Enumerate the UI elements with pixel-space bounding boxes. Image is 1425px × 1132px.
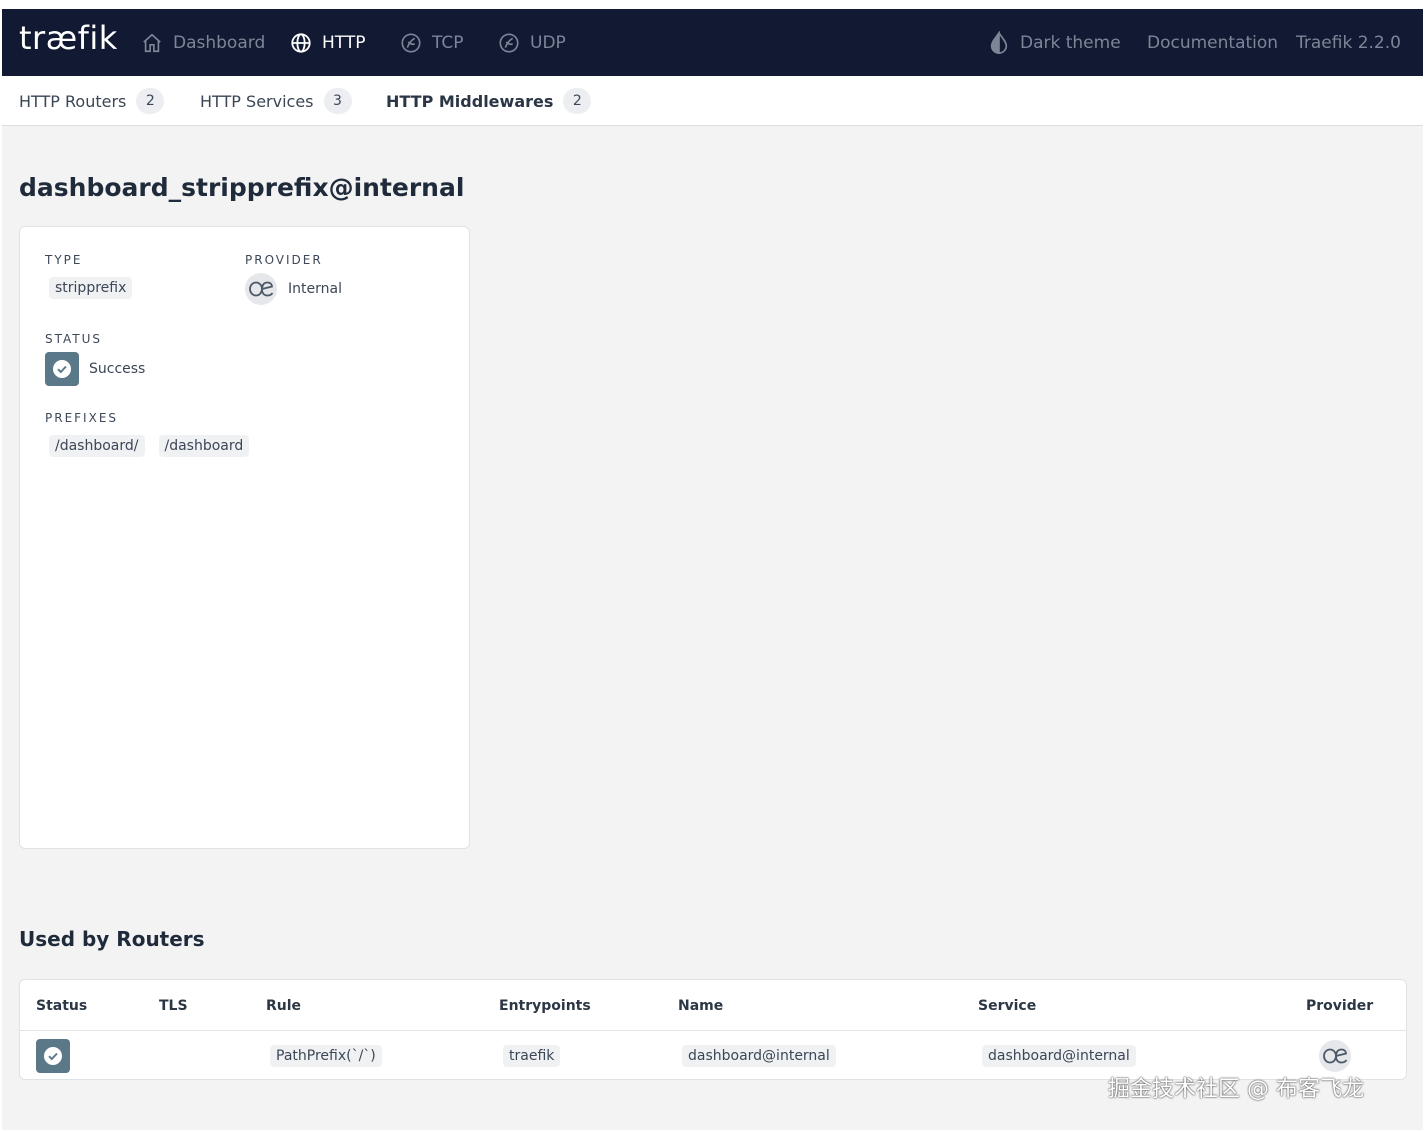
watermark: 掘金技术社区 @ 布客飞龙 — [1108, 1077, 1364, 1102]
home-icon — [143, 33, 161, 52]
globe-icon — [291, 32, 311, 53]
column-header-entrypoints[interactable]: Entrypoints — [499, 980, 591, 1031]
routers-count-badge: 2 — [136, 88, 165, 114]
nav-udp[interactable]: UDP — [498, 9, 566, 76]
prefixes-label: PREFIXES — [45, 411, 119, 425]
row-entrypoints-cell: traefik — [503, 1031, 561, 1079]
status-value: Success — [89, 361, 146, 377]
tab-http-routers[interactable]: HTTP Routers 2 — [19, 76, 165, 126]
sub-navigation: HTTP Routers 2 HTTP Services 3 HTTP Midd… — [2, 76, 1423, 126]
nav-udp-label: UDP — [530, 32, 566, 53]
tab-http-middlewares-label: HTTP Middlewares — [386, 91, 554, 111]
row-rule-cell: PathPrefix(`/`) — [270, 1031, 382, 1079]
entrypoint-chip: traefik — [503, 1045, 561, 1067]
page-title: dashboard_stripprefix@internal — [19, 173, 465, 202]
tab-http-services-label: HTTP Services — [200, 91, 314, 111]
provider-name: Internal — [288, 281, 342, 297]
used-by-routers-title: Used by Routers — [19, 927, 205, 951]
status-label: STATUS — [45, 332, 103, 346]
type-label: TYPE — [45, 253, 83, 267]
udp-icon — [499, 32, 519, 53]
nav-dashboard-label: Dashboard — [173, 32, 266, 53]
nav-dashboard[interactable]: Dashboard — [141, 9, 265, 76]
tcp-icon — [401, 32, 421, 53]
rule-chip: PathPrefix(`/`) — [270, 1045, 382, 1067]
column-header-status[interactable]: Status — [36, 980, 87, 1031]
column-header-tls[interactable]: TLS — [159, 980, 188, 1031]
service-chip: dashboard@internal — [982, 1045, 1136, 1067]
services-count-badge: 3 — [323, 88, 352, 114]
prefix-chip: /dashboard/ — [49, 435, 145, 457]
nav-tcp-label: TCP — [432, 32, 464, 53]
nav-http[interactable]: HTTP — [290, 9, 366, 76]
row-status-cell — [36, 1031, 70, 1079]
tab-http-middlewares[interactable]: HTTP Middlewares 2 — [386, 76, 592, 126]
traefik-logo[interactable]: træfik — [19, 19, 118, 57]
column-header-service[interactable]: Service — [978, 980, 1036, 1031]
column-header-provider[interactable]: Provider — [1306, 980, 1373, 1031]
type-chip: stripprefix — [49, 277, 133, 299]
status-success-icon — [36, 1039, 70, 1073]
status-success-icon — [45, 352, 79, 386]
dark-theme-toggle[interactable]: Dark theme — [988, 9, 1121, 76]
provider-label: PROVIDER — [245, 253, 323, 267]
internal-provider-icon — [245, 273, 277, 305]
prefix-chip: /dashboard — [158, 435, 250, 457]
routers-table: Status TLS Rule Entrypoints Name Service… — [19, 979, 1407, 1080]
nav-tcp[interactable]: TCP — [400, 9, 464, 76]
row-name-cell: dashboard@internal — [682, 1031, 836, 1079]
column-header-name[interactable]: Name — [678, 980, 723, 1031]
nav-http-label: HTTP — [322, 32, 366, 53]
dark-theme-label: Dark theme — [1020, 32, 1121, 53]
tab-http-routers-label: HTTP Routers — [19, 91, 127, 111]
internal-provider-icon — [1319, 1040, 1351, 1072]
documentation-link[interactable]: Documentation — [1147, 9, 1278, 76]
version-label: Traefik 2.2.0 — [1296, 32, 1401, 53]
column-header-rule[interactable]: Rule — [266, 980, 301, 1031]
tab-http-services[interactable]: HTTP Services 3 — [200, 76, 352, 126]
app-frame: træfik Dashboard HTTP TCP UDP Dark theme… — [2, 9, 1423, 1130]
drop-icon — [990, 30, 1008, 54]
router-name-chip: dashboard@internal — [682, 1045, 836, 1067]
middleware-details-card: TYPE stripprefix PROVIDER Internal STATU… — [19, 226, 470, 849]
middlewares-count-badge: 2 — [563, 88, 592, 114]
top-navigation: træfik Dashboard HTTP TCP UDP Dark theme… — [2, 9, 1423, 76]
